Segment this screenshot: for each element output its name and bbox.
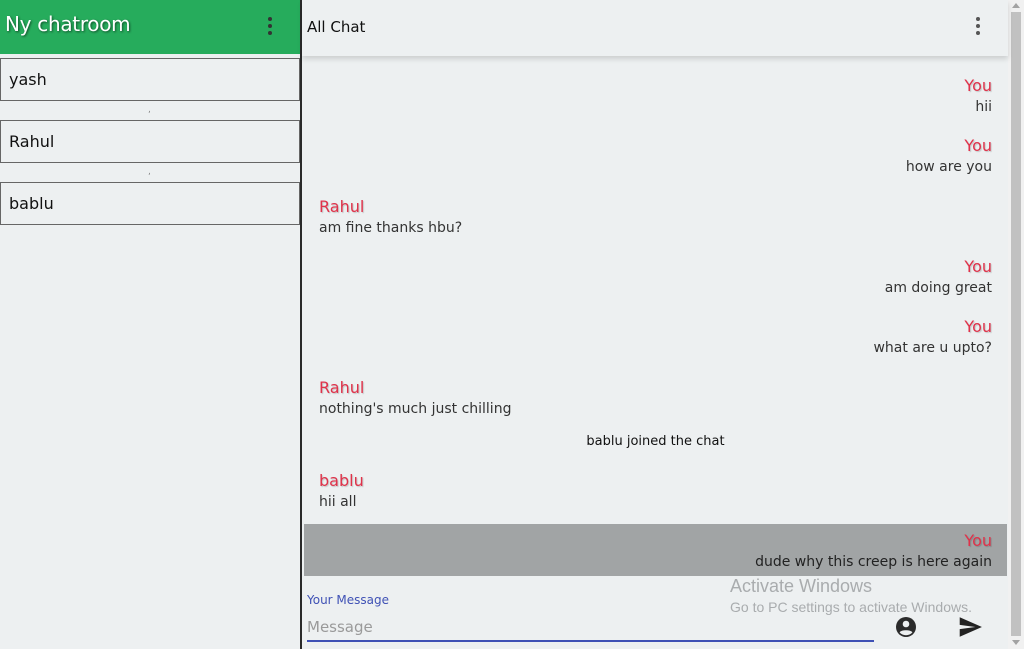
message-item: Rahul nothing's much just chilling xyxy=(304,378,1007,417)
sidebar-header: Ny chatroom xyxy=(0,0,300,58)
message-text: am doing great xyxy=(884,280,992,296)
message-text: how are you xyxy=(905,159,992,175)
send-icon[interactable] xyxy=(957,614,983,640)
message-text: what are u upto? xyxy=(873,340,992,356)
message-text: hii xyxy=(975,99,992,115)
message-item: bablu hii all xyxy=(304,471,1007,510)
user-list: yash , Rahul , bablu xyxy=(0,58,300,225)
message-input[interactable] xyxy=(307,614,874,642)
message-item: You am doing great xyxy=(304,257,1007,296)
message-sender: Rahul xyxy=(319,197,365,216)
message-item: You what are u upto? xyxy=(304,317,1007,356)
chat-menu-icon[interactable] xyxy=(976,17,980,35)
message-input-label: Your Message xyxy=(307,593,390,607)
user-item-yash[interactable]: yash xyxy=(0,58,300,101)
scroll-up-arrow-icon[interactable] xyxy=(1012,3,1020,8)
message-item: You hii xyxy=(304,76,1007,115)
message-text: dude why this creep is here again xyxy=(755,554,992,570)
chat-title: All Chat xyxy=(307,18,366,36)
page-scrollbar[interactable] xyxy=(1008,0,1024,649)
message-text: nothing's much just chilling xyxy=(319,401,512,417)
message-sender: Rahul xyxy=(319,378,365,397)
message-sender: bablu xyxy=(319,471,364,490)
message-text: hii all xyxy=(319,494,357,510)
sidebar: Ny chatroom yash , Rahul , bablu xyxy=(0,0,302,649)
account-circle-icon[interactable] xyxy=(894,615,918,639)
user-item-rahul[interactable]: Rahul xyxy=(0,120,300,163)
app-title: Ny chatroom xyxy=(5,12,131,36)
user-separator: , xyxy=(148,105,151,115)
user-separator: , xyxy=(148,167,151,177)
message-sender: You xyxy=(964,317,992,336)
sidebar-menu-icon[interactable] xyxy=(268,17,272,35)
chat-header: All Chat xyxy=(302,0,1008,56)
message-sender: You xyxy=(964,76,992,95)
scroll-thumb[interactable] xyxy=(1011,12,1021,636)
message-sender: You xyxy=(964,136,992,155)
join-notice: bablu joined the chat xyxy=(586,434,725,449)
message-item: Rahul am fine thanks hbu? xyxy=(304,197,1007,236)
message-item: You how are you xyxy=(304,136,1007,175)
watermark-subtitle: Go to PC settings to activate Windows. xyxy=(730,599,972,615)
scroll-down-arrow-icon[interactable] xyxy=(1012,640,1020,645)
message-sender: You xyxy=(964,257,992,276)
message-item-selected[interactable]: You dude why this creep is here again xyxy=(304,524,1007,576)
message-list: You hii You how are you Rahul am fine th… xyxy=(302,58,1008,578)
watermark-title: Activate Windows xyxy=(730,576,873,596)
message-sender: You xyxy=(964,531,992,550)
message-text: am fine thanks hbu? xyxy=(319,220,463,236)
user-item-bablu[interactable]: bablu xyxy=(0,182,300,225)
activate-windows-watermark: Activate Windows Go to PC settings to ac… xyxy=(730,576,972,615)
